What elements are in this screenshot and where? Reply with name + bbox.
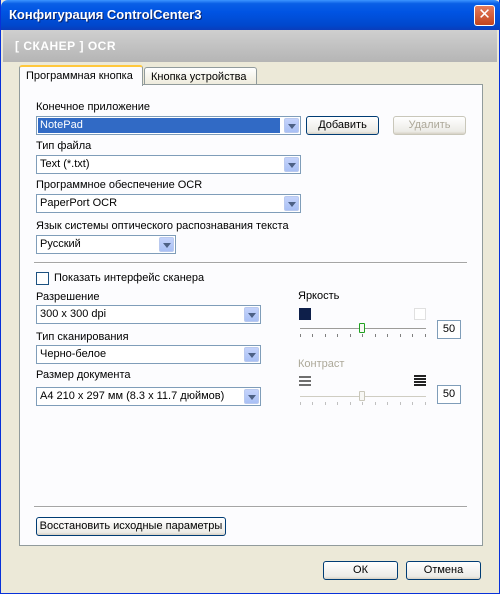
scan-type-label: Тип сканирования bbox=[36, 331, 129, 343]
contrast-tick bbox=[325, 402, 326, 405]
brightness-tick bbox=[325, 334, 326, 337]
close-icon: ✕ bbox=[478, 6, 491, 23]
resolution-label: Разрешение bbox=[36, 291, 100, 303]
contrast-tick bbox=[300, 402, 301, 405]
brightness-tick bbox=[362, 334, 363, 337]
ok-button[interactable]: ОК bbox=[323, 561, 398, 580]
contrast-slider-thumb[interactable] bbox=[359, 391, 365, 401]
resolution-select[interactable]: 300 x 300 dpi bbox=[36, 305, 261, 324]
file-type-value: Text (*.txt) bbox=[40, 158, 90, 170]
contrast-tick bbox=[350, 402, 351, 405]
light-swatch-icon bbox=[414, 308, 426, 320]
brightness-tick bbox=[425, 334, 426, 337]
header-band: [ СКАНЕР ] OCR bbox=[3, 30, 497, 62]
resolution-value: 300 x 300 dpi bbox=[40, 308, 107, 320]
contrast-tick bbox=[337, 402, 338, 405]
header-breadcrumb: [ СКАНЕР ] OCR bbox=[15, 39, 116, 53]
window-title: Конфигурация ControlCenter3 bbox=[9, 7, 202, 22]
contrast-tick bbox=[375, 402, 376, 405]
doc-size-value: A4 210 x 297 мм (8.3 x 11.7 дюймов) bbox=[40, 390, 225, 402]
ocr-software-select[interactable]: PaperPort OCR bbox=[36, 194, 301, 213]
high-contrast-icon bbox=[414, 375, 426, 386]
ocr-software-value: PaperPort OCR bbox=[40, 197, 118, 209]
restore-defaults-button[interactable]: Восстановить исходные параметры bbox=[36, 517, 226, 536]
contrast-tick bbox=[412, 402, 413, 405]
doc-size-label: Размер документа bbox=[36, 369, 131, 381]
cancel-button[interactable]: Отмена bbox=[406, 561, 481, 580]
brightness-value[interactable]: 50 bbox=[437, 320, 461, 339]
target-app-value: NotePad bbox=[38, 118, 280, 133]
chevron-down-icon bbox=[284, 118, 299, 133]
brightness-tick bbox=[337, 334, 338, 337]
contrast-tick bbox=[312, 402, 313, 405]
brightness-label: Яркость bbox=[298, 290, 340, 302]
low-contrast-icon bbox=[299, 376, 311, 386]
target-app-label: Конечное приложение bbox=[36, 101, 151, 113]
doc-size-select[interactable]: A4 210 x 297 мм (8.3 x 11.7 дюймов) bbox=[36, 387, 261, 406]
ocr-language-label: Язык системы оптического распознавания т… bbox=[36, 220, 289, 232]
close-button[interactable]: ✕ bbox=[474, 5, 495, 26]
divider bbox=[34, 506, 467, 508]
contrast-tick bbox=[425, 402, 426, 405]
contrast-label: Контраст bbox=[298, 358, 345, 370]
brightness-tick bbox=[375, 334, 376, 337]
contrast-tick bbox=[400, 402, 401, 405]
contrast-value[interactable]: 50 bbox=[437, 385, 461, 404]
chevron-down-icon bbox=[159, 237, 174, 252]
ocr-software-label: Программное обеспечение OCR bbox=[36, 179, 203, 191]
ocr-language-select[interactable]: Русский bbox=[36, 235, 176, 254]
file-type-select[interactable]: Text (*.txt) bbox=[36, 155, 301, 174]
brightness-tick bbox=[412, 334, 413, 337]
contrast-tick bbox=[387, 402, 388, 405]
title-bar[interactable]: Конфигурация ControlCenter3 ✕ bbox=[1, 0, 500, 30]
chevron-down-icon bbox=[244, 347, 259, 362]
scan-type-value: Черно-белое bbox=[40, 348, 107, 360]
ocr-language-value: Русский bbox=[40, 238, 81, 250]
config-window: Конфигурация ControlCenter3 ✕ [ СКАНЕР ]… bbox=[0, 0, 500, 594]
brightness-tick bbox=[300, 334, 301, 337]
divider bbox=[34, 262, 467, 264]
dark-swatch-icon bbox=[299, 308, 311, 320]
target-app-select[interactable]: NotePad bbox=[36, 116, 301, 135]
file-type-label: Тип файла bbox=[36, 140, 92, 152]
brightness-slider-thumb[interactable] bbox=[359, 323, 365, 333]
brightness-tick bbox=[387, 334, 388, 337]
remove-button[interactable]: Удалить bbox=[393, 116, 466, 135]
chevron-down-icon bbox=[244, 307, 259, 322]
tab-software-button[interactable]: Программная кнопка bbox=[19, 65, 143, 86]
show-scanner-ui-label: Показать интерфейс сканера bbox=[54, 272, 205, 284]
chevron-down-icon bbox=[284, 196, 299, 211]
contrast-tick bbox=[362, 402, 363, 405]
scan-type-select[interactable]: Черно-белое bbox=[36, 345, 261, 364]
add-button[interactable]: Добавить bbox=[306, 116, 379, 135]
show-scanner-ui-checkbox[interactable] bbox=[36, 272, 49, 285]
chevron-down-icon bbox=[284, 157, 299, 172]
chevron-down-icon bbox=[244, 389, 259, 404]
brightness-tick bbox=[400, 334, 401, 337]
brightness-tick bbox=[350, 334, 351, 337]
brightness-tick bbox=[312, 334, 313, 337]
